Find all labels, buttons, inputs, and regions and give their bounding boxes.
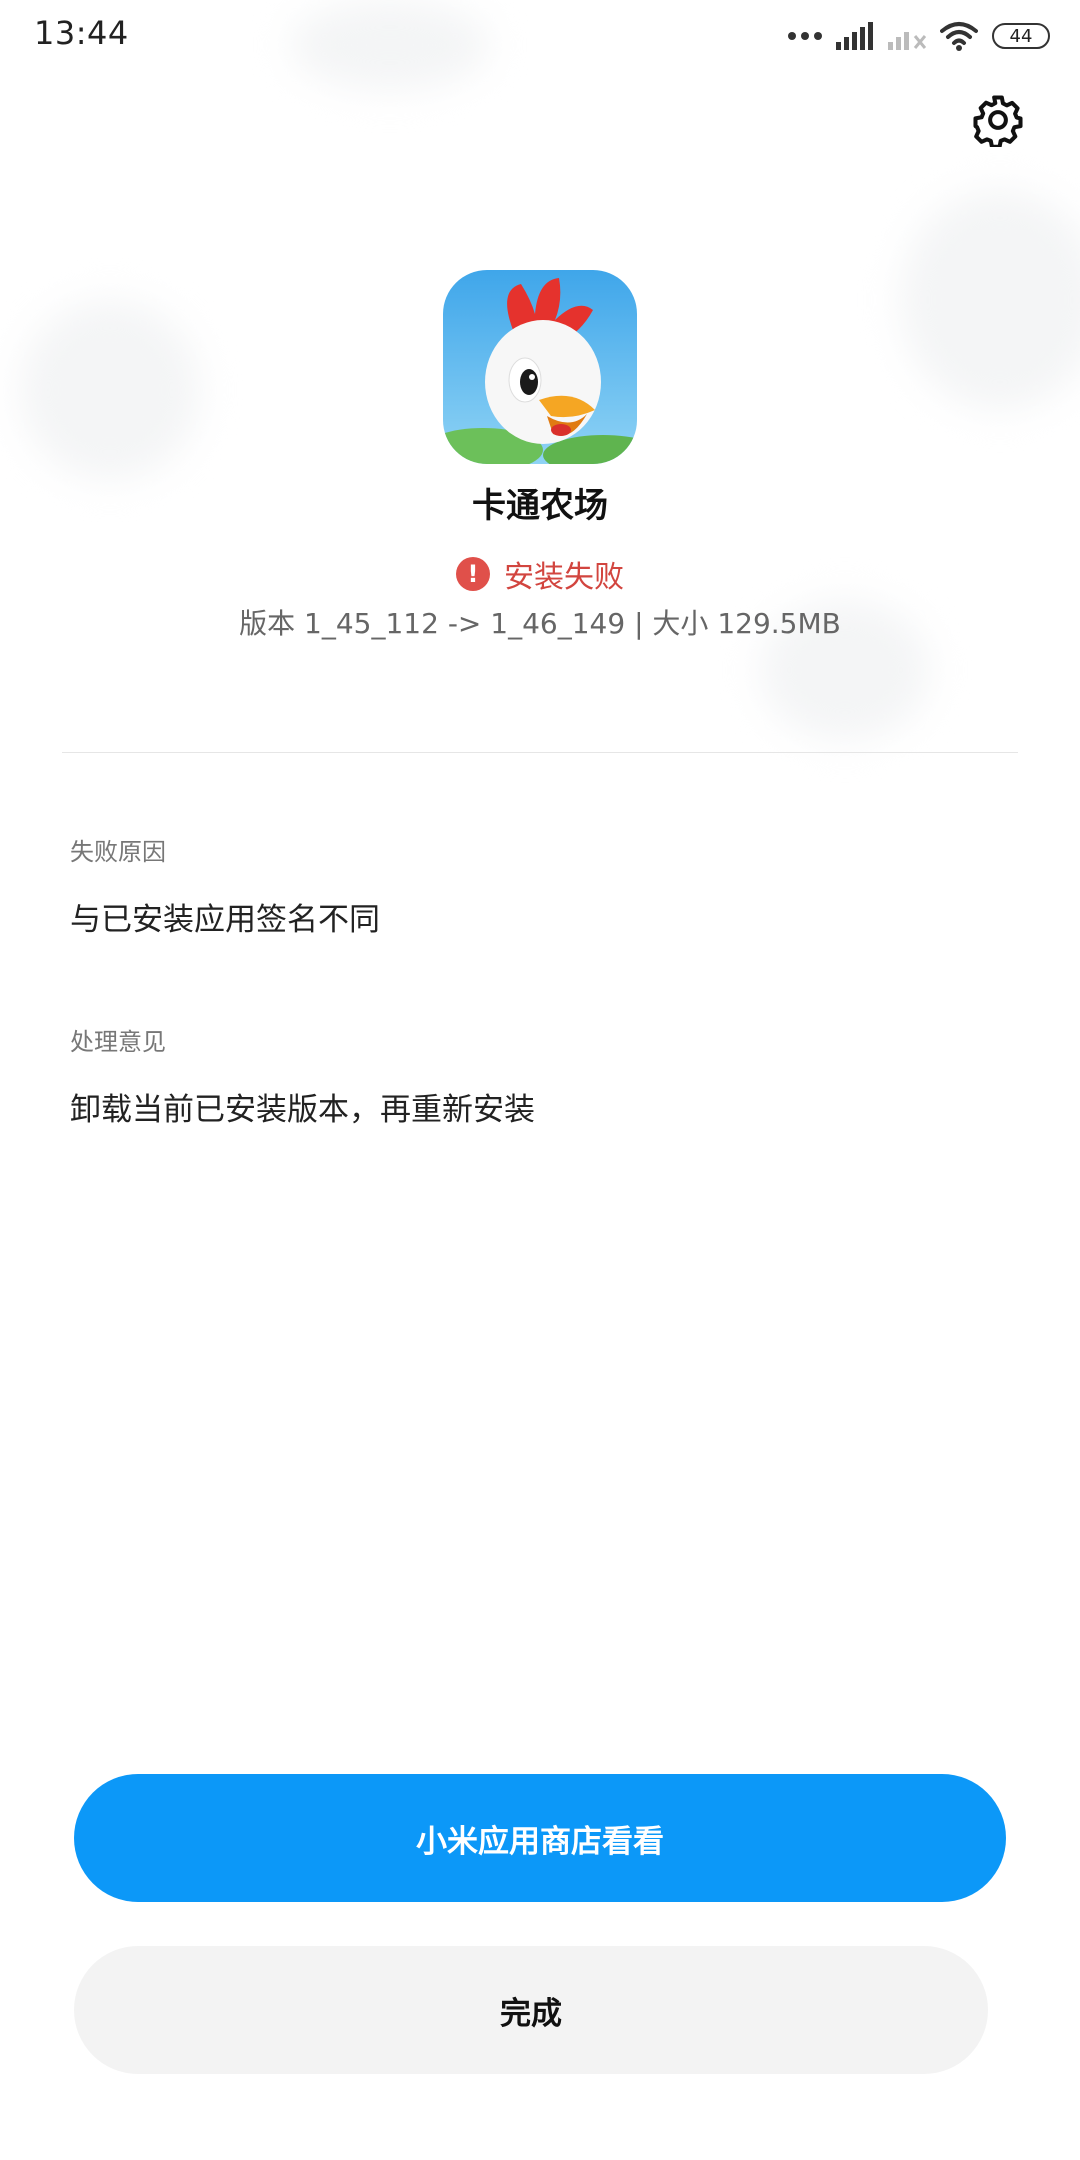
advice-value: 卸载当前已安装版本，再重新安装 <box>70 1092 535 1128</box>
battery-icon: 44 <box>992 23 1050 49</box>
app-store-button[interactable]: 小米应用商店看看 <box>74 1774 1006 1902</box>
background-blob <box>20 300 200 480</box>
more-dots-icon <box>788 32 822 40</box>
install-status: ! 安装失败 <box>0 552 1080 596</box>
status-time: 13:44 <box>34 14 129 52</box>
failure-reason-value: 与已安装应用签名不同 <box>70 902 380 938</box>
signal-icon <box>836 22 873 50</box>
failure-reason-label: 失败原因 <box>70 838 166 866</box>
status-icons: 44 <box>788 18 1050 54</box>
signal-no-service-icon <box>888 32 926 50</box>
install-failed-screen: 13:44 44 卡通农场 ! 安装失败 版本 1_45_112 -> 1_46… <box>0 0 1080 2160</box>
divider <box>62 752 1018 753</box>
background-blob <box>900 190 1080 410</box>
status-bar: 13:44 44 <box>0 0 1080 72</box>
version-info: 版本 1_45_112 -> 1_46_149 | 大小 129.5MB <box>239 607 841 640</box>
advice-label: 处理意见 <box>70 1028 166 1056</box>
gear-icon <box>973 95 1023 147</box>
error-icon: ! <box>456 557 490 591</box>
settings-button[interactable] <box>970 92 1026 148</box>
rooster-app-icon <box>443 270 637 464</box>
done-button[interactable]: 完成 <box>74 1946 988 2074</box>
install-status-text: 安装失败 <box>504 560 624 595</box>
app-name: 卡通农场 <box>472 486 608 526</box>
wifi-icon <box>940 22 978 51</box>
